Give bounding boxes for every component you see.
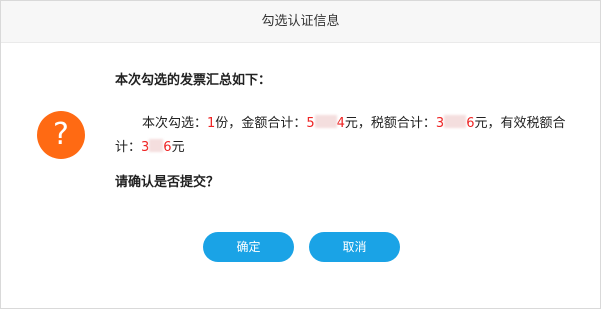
invoice-summary: 本次勾选：1份，金额合计：5 4元，税额合计：3 6元，有效税额合计：3 6元 xyxy=(115,112,570,160)
tax-unit: 元， xyxy=(474,116,501,131)
amount-unit: 元， xyxy=(344,116,371,131)
confirm-question: 请确认是否提交？ xyxy=(115,175,220,190)
valid-tax-value-start: 3 xyxy=(141,140,150,155)
count-label: 本次勾选： xyxy=(142,116,208,131)
dialog-title: 勾选认证信息 xyxy=(1,1,600,43)
amount-label: 金额合计： xyxy=(241,116,307,131)
dialog-content: 本次勾选的发票汇总如下： 本次勾选：1份，金额合计：5 4元，税额合计：3 6元，有… xyxy=(115,71,575,193)
ok-button[interactable]: 确定 xyxy=(203,232,294,262)
question-mark-icon: ? xyxy=(37,111,85,159)
confirm-dialog: 勾选认证信息 ? 本次勾选的发票汇总如下： 本次勾选：1份，金额合计：5 4元，税… xyxy=(0,0,601,309)
cancel-button[interactable]: 取消 xyxy=(309,232,400,262)
tax-label: 税额合计： xyxy=(370,116,436,131)
amount-value-end: 4 xyxy=(336,116,345,131)
redaction-mask xyxy=(314,115,337,128)
tax-value-start: 3 xyxy=(435,116,445,131)
amount-value-start: 5 xyxy=(306,116,315,131)
summary-heading: 本次勾选的发票汇总如下： xyxy=(115,73,272,88)
count-unit: 份， xyxy=(215,116,242,131)
valid-tax-unit: 元 xyxy=(171,140,185,155)
redaction-mask xyxy=(149,139,164,152)
redaction-mask xyxy=(444,115,467,128)
valid-tax-value-end: 6 xyxy=(163,140,172,155)
